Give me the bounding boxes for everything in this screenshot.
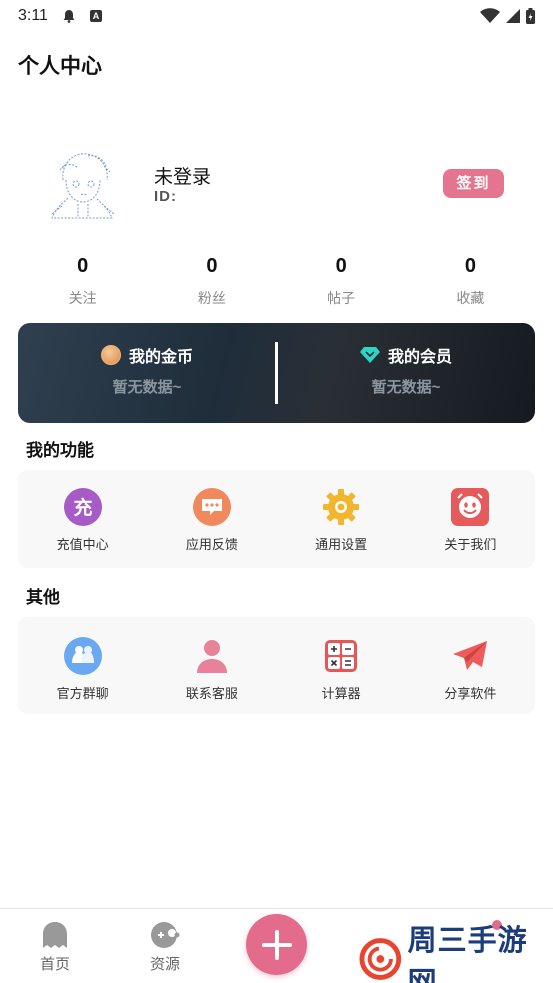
add-post-button[interactable] [246, 914, 307, 975]
grid-label: 应用反馈 [185, 537, 238, 552]
notification-bell-icon [63, 10, 75, 23]
watermark-text: 周三手游网 [407, 925, 528, 983]
stat-value: 0 [335, 255, 347, 277]
my-membership-panel[interactable]: 我的会员 暂无数据~ [277, 323, 535, 423]
spiral-logo-icon [359, 938, 402, 980]
grid-label: 官方群聊 [56, 686, 109, 701]
stat-followers[interactable]: 0 粉丝 [147, 255, 276, 315]
battery-icon [526, 8, 535, 24]
ghost-icon [43, 922, 67, 948]
membership-value: 暂无数据~ [371, 379, 441, 396]
about-us-item[interactable]: 关于我们 [406, 488, 535, 568]
svg-text:充: 充 [73, 496, 92, 519]
official-group-item[interactable]: 官方群聊 [18, 637, 147, 714]
stat-value: 0 [464, 255, 476, 277]
grid-label: 联系客服 [185, 686, 238, 701]
app-feedback-item[interactable]: 应用反馈 [147, 488, 276, 568]
group-chat-icon [63, 637, 102, 675]
status-time: 3:11 [18, 7, 48, 24]
tab-home[interactable]: 首页 [0, 909, 110, 983]
tab-label: 首页 [39, 956, 70, 973]
status-bar: 3:11 A [0, 0, 553, 32]
grid-label: 关于我们 [444, 537, 497, 552]
signin-button[interactable]: 签到 [443, 169, 504, 198]
calculator-icon [322, 637, 360, 675]
coins-value: 暂无数据~ [112, 379, 182, 396]
gamepad-icon [151, 922, 180, 948]
user-id: ID: [154, 188, 177, 205]
diamond-icon [359, 347, 380, 363]
membership-title: 我的会员 [387, 349, 452, 366]
settings-gear-icon [322, 488, 360, 526]
input-method-icon: A [89, 10, 102, 22]
stat-label: 关注 [68, 290, 97, 306]
coins-title: 我的金币 [128, 349, 193, 366]
grid-label: 通用设置 [315, 537, 368, 552]
wallet-card: 我的金币 暂无数据~ 我的会员 暂无数据~ [18, 323, 535, 423]
general-settings-item[interactable]: 通用设置 [277, 488, 406, 568]
functions-title: 我的功能 [26, 441, 94, 460]
stat-posts[interactable]: 0 帖子 [277, 255, 406, 315]
signal-icon [506, 9, 520, 23]
stats-row: 0 关注 0 粉丝 0 帖子 0 收藏 [18, 255, 535, 315]
smiley-icon [451, 488, 490, 526]
tab-label: 资源 [149, 956, 180, 973]
coin-icon [100, 345, 121, 365]
stat-label: 收藏 [456, 290, 485, 306]
feedback-icon [192, 488, 231, 526]
wifi-icon [480, 8, 500, 23]
customer-service-item[interactable]: 联系客服 [147, 637, 276, 714]
others-card: 官方群聊 联系客服 计算器 分享软件 [18, 617, 535, 714]
stat-label: 帖子 [327, 290, 356, 306]
grid-label: 分享软件 [444, 686, 497, 701]
plus-icon [261, 929, 292, 960]
customer-service-icon [193, 637, 231, 675]
profile-section: 未登录 ID: 签到 [38, 140, 518, 230]
functions-card: 充 充值中心 应用反馈 通用设置 关于我们 [18, 470, 535, 568]
page-title: 个人中心 [18, 55, 102, 78]
stat-favorites[interactable]: 0 收藏 [406, 255, 535, 315]
share-paper-plane-icon [451, 637, 489, 675]
share-app-item[interactable]: 分享软件 [406, 637, 535, 714]
site-watermark: 周三手游网 [355, 925, 553, 983]
stat-label: 粉丝 [197, 290, 226, 306]
recharge-center-item[interactable]: 充 充值中心 [18, 488, 147, 568]
tab-resources[interactable]: 资源 [110, 909, 220, 983]
grid-label: 计算器 [321, 686, 361, 701]
stat-value: 0 [206, 255, 218, 277]
user-name: 未登录 [154, 167, 212, 188]
calculator-item[interactable]: 计算器 [277, 637, 406, 714]
recharge-icon: 充 [63, 488, 102, 526]
stat-value: 0 [77, 255, 89, 277]
others-title: 其他 [26, 588, 60, 607]
avatar[interactable] [38, 140, 128, 230]
grid-label: 充值中心 [56, 537, 109, 552]
stat-following[interactable]: 0 关注 [18, 255, 147, 315]
my-coins-panel[interactable]: 我的金币 暂无数据~ [18, 323, 276, 423]
